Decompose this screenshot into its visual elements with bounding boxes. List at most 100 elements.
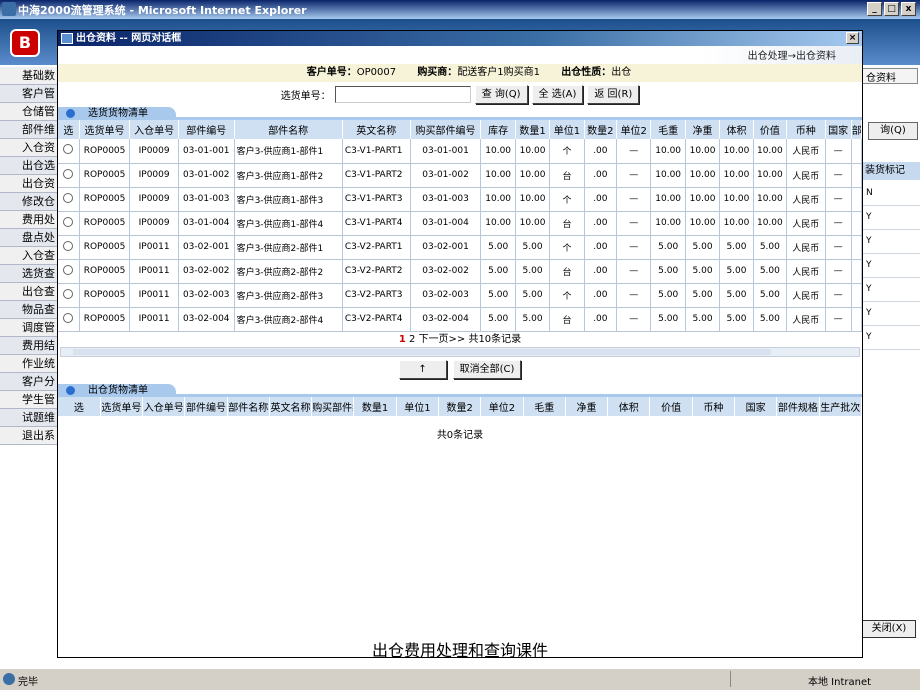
query-button[interactable]: 查 询(Q) (474, 84, 528, 104)
left-menu-item[interactable]: 学生管 (0, 391, 58, 409)
right-row: Y (862, 302, 920, 326)
select-radio[interactable] (63, 264, 74, 275)
scroll-thumb[interactable] (73, 348, 771, 355)
table-cell: 台 (549, 259, 585, 284)
table-cell: 5.00 (650, 259, 686, 284)
left-menu-item[interactable]: 退出系 (0, 427, 58, 445)
table-cell: 人民币 (786, 283, 826, 308)
left-menu-item[interactable]: 出仓资 (0, 175, 58, 193)
out-table-header: 选货单号 (100, 396, 144, 416)
left-menu-item[interactable]: 部件维 (0, 121, 58, 139)
table-cell: C3-V2-PART1 (342, 235, 411, 260)
left-menu-item[interactable]: 基础数 (0, 67, 58, 85)
table-cell: ROP0005 (79, 163, 131, 188)
right-query-button[interactable]: 询(Q) (868, 122, 918, 140)
table-cell: 03-02-003 (178, 283, 235, 308)
table-cell: 10.00 (480, 187, 516, 212)
table-cell: 5.00 (685, 259, 721, 284)
select-radio[interactable] (63, 312, 74, 323)
section-icon (66, 385, 75, 395)
out-table-header: 生产批次 (819, 396, 863, 416)
select-radio[interactable] (63, 240, 74, 251)
left-menu-item[interactable]: 费用处 (0, 211, 58, 229)
table-cell: 5.00 (480, 259, 516, 284)
radio-cell (58, 163, 80, 188)
table-cell: 客户3-供应商1-部件4 (234, 211, 343, 236)
out-table-header: 价值 (649, 396, 693, 416)
nature-label: 出仓性质： (561, 67, 612, 78)
table-cell: 10.00 (515, 163, 551, 188)
table-cell: — (616, 163, 652, 188)
pager-current[interactable]: 1 (399, 334, 406, 345)
table-cell: 5.00 (650, 235, 686, 260)
table-cell: 台 (549, 211, 585, 236)
left-menu-item[interactable]: 作业统 (0, 355, 58, 373)
select-radio[interactable] (63, 144, 74, 155)
right-close-button[interactable]: 关闭(X) (862, 620, 916, 638)
left-menu-item[interactable]: 试题维 (0, 409, 58, 427)
maximize-button[interactable]: □ (884, 2, 899, 16)
close-window-button[interactable]: x (901, 2, 916, 16)
left-menu-item[interactable]: 入仓查 (0, 247, 58, 265)
cancel-all-button[interactable]: 取消全部(C) (452, 360, 522, 379)
table-cell: 人民币 (786, 307, 826, 332)
customer-value: OP0007 (356, 67, 397, 78)
table-cell: 03-02-002 (410, 259, 482, 284)
dialog-titlebar: 出仓资料 -- 网页对话框 × (58, 31, 862, 46)
transfer-buttons: ↑ 取消全部(C) (58, 357, 862, 383)
pick-section-header: 选货货物清单 (58, 106, 862, 120)
out-table-header: 数量2 (438, 396, 482, 416)
table-cell: 5.00 (480, 307, 516, 332)
left-menu-item[interactable]: 客户分 (0, 373, 58, 391)
table-cell: — (616, 283, 652, 308)
left-menu-item[interactable]: 仓储管 (0, 103, 58, 121)
table-cell: .00 (584, 307, 618, 332)
table-cell: 10.00 (753, 163, 788, 188)
left-menu-item[interactable]: 出仓查 (0, 283, 58, 301)
left-menu-item[interactable]: 调度管 (0, 319, 58, 337)
zone-indicator: 本地 Intranet (808, 677, 872, 688)
table-row: ROP0005 IP0011 03-02-004 客户3-供应商2-部件4 C3-V2-… (58, 307, 863, 332)
pick-table: 选选货单号 入仓单号 部件编号 部件名称 英文名称 购买部件编号 库存 数量1 单位1 数量2 单位… (58, 120, 863, 332)
pager-rest[interactable]: 2 下一页>> 共10条记录 (409, 334, 521, 345)
pick-no-input[interactable] (334, 85, 471, 103)
back-button[interactable]: 返 回(R) (587, 84, 640, 104)
move-up-button[interactable]: ↑ (398, 360, 447, 379)
table-cell: IP0011 (129, 283, 179, 308)
minimize-button[interactable]: _ (867, 2, 882, 16)
right-tab[interactable]: 仓资料 (862, 68, 918, 84)
table-cell: 客户3-供应商2-部件3 (234, 283, 343, 308)
select-radio[interactable] (63, 288, 74, 299)
left-menu-item[interactable]: 入仓资 (0, 139, 58, 157)
left-menu-item[interactable]: 修改仓 (0, 193, 58, 211)
horizontal-scrollbar[interactable] (60, 346, 860, 357)
select-radio[interactable] (63, 216, 74, 227)
select-radio[interactable] (63, 168, 74, 179)
select-all-button[interactable]: 全 选(A) (531, 84, 584, 104)
table-row: ROP0005 IP0009 03-01-003 客户3-供应商1-部件3 C3-V1-… (58, 187, 863, 212)
left-menu-item[interactable]: 选货查 (0, 265, 58, 283)
table-cell: 10.00 (480, 163, 516, 188)
left-menu-item[interactable]: 物品查 (0, 301, 58, 319)
right-row: N (862, 182, 920, 206)
radio-cell (58, 283, 80, 308)
table-row: ROP0005 IP0009 03-01-002 客户3-供应商1-部件2 C3-V1-… (58, 163, 863, 188)
select-radio[interactable] (63, 192, 74, 203)
pick-table-header: 选货单号 (79, 120, 131, 139)
pick-table-header: 购买部件编号 (410, 120, 482, 139)
table-cell: 10.00 (515, 139, 551, 164)
table-cell: — (616, 187, 652, 212)
radio-cell (58, 307, 80, 332)
dialog-close-button[interactable]: × (846, 32, 859, 44)
table-cell: 03-02-004 (410, 307, 482, 332)
table-cell: — (825, 187, 852, 212)
left-menu-item[interactable]: 客户管 (0, 85, 58, 103)
table-cell: 5.00 (753, 283, 788, 308)
table-cell: 5.00 (515, 235, 551, 260)
left-menu-item[interactable]: 盘点处 (0, 229, 58, 247)
left-menu-item[interactable]: 费用结 (0, 337, 58, 355)
radio-cell (58, 235, 80, 260)
pick-table-header: 体积 (719, 120, 754, 139)
table-cell: IP0009 (129, 163, 179, 188)
left-menu-item[interactable]: 出仓选 (0, 157, 58, 175)
